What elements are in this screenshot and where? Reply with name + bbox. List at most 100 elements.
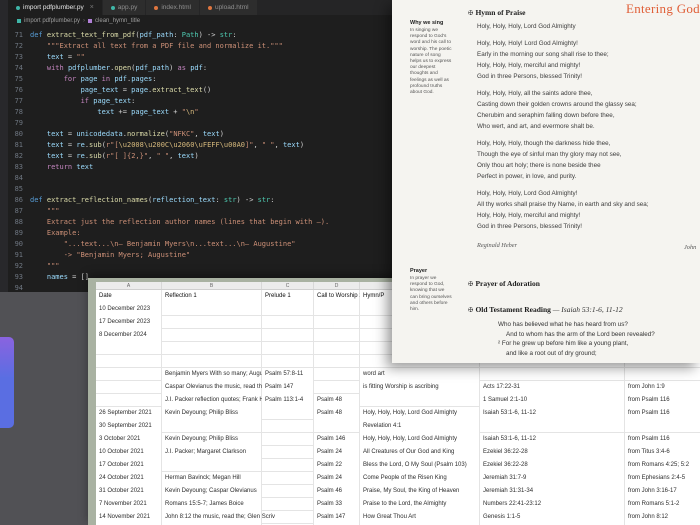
sheet-cell[interactable]: 14 November 2021 — [96, 511, 162, 524]
sheet-cell[interactable]: Jeremiah 31:7-9 — [480, 472, 625, 485]
sheet-cell[interactable]: J.I. Packer; Margaret Clarkson — [162, 446, 262, 459]
code-line[interactable]: 89 Example: — [8, 228, 392, 239]
sheet-cell[interactable]: from Psalm 116 — [625, 407, 700, 420]
code-line[interactable]: 71def extract_text_from_pdf(pdf_path: Pa… — [8, 30, 392, 41]
sheet-cell[interactable]: Psalm 113:1-4 — [262, 394, 314, 407]
sheet-cell[interactable] — [262, 433, 314, 446]
sheet-cell[interactable]: 7 November 2021 — [96, 498, 162, 511]
sheet-cell[interactable]: from Romans 4:25; 5:2 — [625, 459, 700, 472]
sheet-cell[interactable]: Revelation 4:1 — [360, 420, 480, 433]
sheet-cell[interactable]: Psalm 24 — [314, 472, 360, 485]
column-letter[interactable]: D — [314, 282, 360, 289]
sheet-cell[interactable] — [625, 368, 700, 381]
sheet-cell[interactable]: from John 8:12 — [625, 511, 700, 524]
sheet-cell[interactable] — [262, 472, 314, 485]
sheet-cell[interactable]: Psalm 48 — [314, 394, 360, 407]
sheet-cell[interactable]: How Great Thou Art — [360, 511, 480, 524]
code-area[interactable]: 71def extract_text_from_pdf(pdf_path: Pa… — [8, 27, 392, 294]
code-line[interactable]: 82 text = re.sub(r"[ ]{2,}", " ", text) — [8, 151, 392, 162]
sheet-cell[interactable]: Herman Bavinck; Megan Hill — [162, 472, 262, 485]
sheet-cell[interactable]: Isaiah 53:1-6, 11-12 — [480, 433, 625, 446]
sheet-cell[interactable]: is fitting Worship is ascribing — [360, 381, 480, 394]
sheet-cell[interactable]: from Romans 5:1-2 — [625, 498, 700, 511]
sheet-cell[interactable] — [314, 316, 360, 329]
code-line[interactable]: 75 for page in pdf.pages: — [8, 74, 392, 85]
sheet-cell[interactable] — [314, 420, 360, 433]
code-line[interactable]: 76 page_text = page.extract_text() — [8, 85, 392, 96]
sheet-cell[interactable]: Psalm 46 — [314, 485, 360, 498]
sheet-cell[interactable] — [262, 407, 314, 420]
sheet-cell[interactable] — [96, 342, 162, 355]
sheet-cell[interactable]: Kevin Deyoung; Philip Bliss — [162, 433, 262, 446]
code-line[interactable]: 88 Extract just the reflection author na… — [8, 217, 392, 228]
editor-tab[interactable]: index.html — [146, 0, 200, 15]
sheet-cell[interactable] — [162, 420, 262, 433]
sheet-cell[interactable]: Holy, Holy, Holy, Lord God Almighty — [360, 433, 480, 446]
sheet-cell[interactable]: Psalm 147 — [262, 381, 314, 394]
sheet-cell[interactable]: 10 December 2023 — [96, 303, 162, 316]
sheet-cell[interactable]: 31 October 2021 — [96, 485, 162, 498]
sheet-cell[interactable]: Numbers 22:41-23:12 — [480, 498, 625, 511]
sheet-cell[interactable]: Romans 15:5-7; James Boice — [162, 498, 262, 511]
sheet-cell[interactable]: from Psalm 116 — [625, 433, 700, 446]
code-line[interactable]: 85 — [8, 184, 392, 195]
code-line[interactable]: 78 text += page_text + "\n" — [8, 107, 392, 118]
sheet-cell[interactable]: Acts 17:22-31 — [480, 381, 625, 394]
sheet-cell[interactable]: Isaiah 53:1-6, 11-12 — [480, 407, 625, 420]
sheet-cell[interactable]: Genesis 1:1-5 — [480, 511, 625, 524]
sheet-cell[interactable]: Kevin Deyoung; Philip Bliss — [162, 407, 262, 420]
code-line[interactable]: 83 return text — [8, 162, 392, 173]
sheet-cell[interactable] — [262, 355, 314, 368]
sheet-cell[interactable] — [262, 342, 314, 355]
sheet-cell[interactable] — [314, 355, 360, 368]
sheet-cell[interactable]: John 8:12 the music, read the; Glen Scri… — [162, 511, 262, 524]
sheet-cell[interactable]: J.I. Packer reflection quotes; Frank Hou… — [162, 394, 262, 407]
sheet-cell[interactable] — [262, 485, 314, 498]
sheet-cell[interactable] — [262, 329, 314, 342]
code-line[interactable]: 90 "...text...\n— Benjamin Myers\n...tex… — [8, 239, 392, 250]
sheet-cell[interactable]: 8 December 2024 — [96, 329, 162, 342]
sheet-cell[interactable]: from Ephesians 2:4-5 — [625, 472, 700, 485]
sheet-cell[interactable]: All Creatures of Our God and King — [360, 446, 480, 459]
sheet-cell[interactable] — [262, 303, 314, 316]
sheet-cell[interactable] — [262, 511, 314, 524]
sheet-cell[interactable]: Psalm 48 — [314, 407, 360, 420]
code-line[interactable]: 77 if page_text: — [8, 96, 392, 107]
sheet-cell[interactable] — [480, 420, 625, 433]
sheet-cell[interactable] — [96, 381, 162, 394]
sheet-cell[interactable]: 17 October 2021 — [96, 459, 162, 472]
code-line[interactable]: 84 — [8, 173, 392, 184]
sheet-cell[interactable] — [480, 368, 625, 381]
sheet-cell[interactable]: Kevin Deyoung; Caspar Olevianus — [162, 485, 262, 498]
sheet-cell[interactable] — [96, 355, 162, 368]
close-icon[interactable]: × — [90, 4, 94, 11]
code-line[interactable]: 87 """ — [8, 206, 392, 217]
sheet-cell[interactable]: from John 3:16-17 — [625, 485, 700, 498]
sheet-cell[interactable]: 1 Samuel 2:1-10 — [480, 394, 625, 407]
sheet-cell[interactable]: 26 September 2021 — [96, 407, 162, 420]
sheet-cell[interactable]: Psalm 22 — [314, 459, 360, 472]
sheet-cell[interactable]: Ezekiel 36:22-28 — [480, 459, 625, 472]
code-line[interactable]: 74 with pdfplumber.open(pdf_path) as pdf… — [8, 63, 392, 74]
sheet-cell[interactable] — [262, 316, 314, 329]
sheet-cell[interactable] — [162, 342, 262, 355]
sheet-cell[interactable] — [625, 420, 700, 433]
sheet-cell[interactable]: 3 October 2021 — [96, 433, 162, 446]
sheet-cell[interactable] — [262, 420, 314, 433]
code-line[interactable]: 81 text = re.sub(r"[\u2008\u200C\u2060\u… — [8, 140, 392, 151]
sheet-cell[interactable]: Ezekiel 36:22-28 — [480, 446, 625, 459]
sheet-cell[interactable]: Psalm 57:8-11 — [262, 368, 314, 381]
sheet-cell[interactable]: from Psalm 116 — [625, 394, 700, 407]
sheet-cell[interactable]: 30 September 2021 — [96, 420, 162, 433]
editor-tab[interactable]: upload.html — [200, 0, 258, 15]
sheet-cell[interactable] — [262, 498, 314, 511]
sheet-cell[interactable] — [314, 381, 360, 394]
sheet-cell[interactable] — [360, 394, 480, 407]
sheet-cell[interactable] — [162, 329, 262, 342]
sheet-cell[interactable]: Psalm 146 — [314, 433, 360, 446]
header-cell[interactable]: Date — [96, 290, 162, 303]
sheet-cell[interactable] — [314, 303, 360, 316]
sheet-cell[interactable]: from John 1:9 — [625, 381, 700, 394]
sheet-cell[interactable] — [162, 316, 262, 329]
sheet-cell[interactable]: Holy, Holy, Holy, Lord God Almighty — [360, 407, 480, 420]
